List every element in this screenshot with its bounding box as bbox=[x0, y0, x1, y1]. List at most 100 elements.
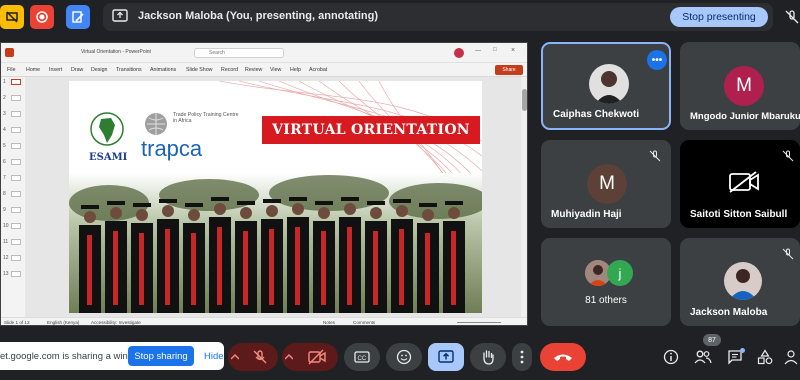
trapca-subtitle: Trade Policy Training Centre in Africa bbox=[173, 112, 239, 124]
hide-link[interactable]: Hide bbox=[204, 351, 224, 362]
slide-number: 12 bbox=[3, 255, 9, 261]
ppt-user-avatar[interactable] bbox=[454, 48, 464, 58]
stop-sharing-button[interactable]: Stop sharing bbox=[128, 346, 194, 366]
reactions-button[interactable] bbox=[386, 343, 422, 371]
more-options-icon[interactable]: ••• bbox=[647, 50, 667, 70]
close-icon[interactable]: × bbox=[511, 47, 515, 54]
avatar bbox=[724, 262, 762, 300]
slide-thumbnail[interactable] bbox=[11, 127, 21, 133]
language-status[interactable]: English (Kenya) bbox=[47, 320, 79, 325]
mic-off-icon[interactable] bbox=[784, 9, 800, 25]
unread-dot bbox=[740, 348, 745, 353]
slide-thumbnail[interactable] bbox=[11, 159, 21, 165]
slide-thumbnail[interactable] bbox=[11, 255, 21, 261]
people-button[interactable] bbox=[692, 343, 714, 371]
slide-thumbnail[interactable] bbox=[11, 223, 21, 229]
participant-tile-others[interactable]: j 81 others bbox=[541, 238, 671, 326]
record-icon[interactable] bbox=[30, 5, 54, 29]
mic-off-icon bbox=[647, 148, 663, 164]
participant-name: Jackson Maloba bbox=[690, 307, 768, 318]
avatar: j bbox=[607, 260, 633, 286]
participant-name: Caiphas Chekwoti bbox=[553, 109, 640, 120]
avatar bbox=[589, 64, 629, 104]
slide-number: 9 bbox=[3, 207, 6, 213]
ppt-menu-design[interactable]: Design bbox=[91, 67, 108, 73]
slide-number: 2 bbox=[3, 95, 6, 101]
activities-button[interactable] bbox=[754, 343, 776, 371]
participant-name: Saitoti Sitton Saibull bbox=[690, 209, 788, 220]
captions-button[interactable]: CC bbox=[344, 343, 380, 371]
participant-tile-saitoti[interactable]: Saitoti Sitton Saibull bbox=[680, 140, 800, 228]
leave-call-button[interactable] bbox=[540, 343, 586, 371]
slide-scrollbar[interactable] bbox=[521, 77, 527, 317]
more-options-button[interactable] bbox=[512, 343, 532, 371]
sharing-notice: et.google.com is sharing a window. Stop … bbox=[0, 342, 224, 370]
others-count: 81 others bbox=[585, 295, 627, 306]
presenting-status: Jackson Maloba (You, presenting, annotat… bbox=[138, 10, 378, 22]
ppt-menu-animations[interactable]: Animations bbox=[150, 67, 176, 73]
slide-thumbnail[interactable] bbox=[11, 79, 21, 85]
ppt-menu-draw[interactable]: Draw bbox=[71, 67, 83, 73]
avatar: M bbox=[724, 66, 764, 106]
slide-thumbnail[interactable] bbox=[11, 191, 21, 197]
chat-button[interactable] bbox=[724, 343, 746, 371]
slide-thumbnail[interactable] bbox=[11, 239, 21, 245]
accessibility-status[interactable]: Accessibility: Investigate bbox=[91, 320, 141, 325]
meeting-info-button[interactable] bbox=[660, 343, 682, 371]
slide-number: 10 bbox=[3, 223, 9, 229]
ppt-menu-transitions[interactable]: Transitions bbox=[116, 67, 142, 73]
present-now-button[interactable] bbox=[428, 343, 464, 371]
people-icon bbox=[694, 350, 712, 364]
microphone-toggle-button[interactable] bbox=[242, 343, 278, 371]
notes-button[interactable]: Notes bbox=[323, 320, 335, 325]
present-icon[interactable] bbox=[0, 5, 24, 29]
participant-tile-muhiyadin[interactable]: M Muhiyadin Haji bbox=[541, 140, 671, 228]
info-icon bbox=[663, 349, 679, 365]
meet-window: Jackson Maloba (You, presenting, annotat… bbox=[0, 0, 800, 380]
ppt-search-input[interactable]: Search bbox=[194, 48, 284, 58]
ppt-menu-record[interactable]: Record bbox=[221, 67, 238, 73]
trapca-logo-text: trapca bbox=[141, 136, 203, 161]
ppt-menu-help[interactable]: Help bbox=[290, 67, 301, 73]
participant-tile-jackson[interactable]: Jackson Maloba bbox=[680, 238, 800, 326]
lock-person-icon bbox=[784, 350, 798, 365]
ppt-menu-acrobat[interactable]: Acrobat bbox=[309, 67, 327, 73]
ppt-menu-view[interactable]: View bbox=[270, 67, 281, 73]
camera-toggle-button[interactable] bbox=[296, 343, 338, 371]
slide-thumbnail[interactable] bbox=[11, 143, 21, 149]
slide-number: 11 bbox=[3, 239, 9, 245]
audio-options-chevron-icon[interactable] bbox=[228, 343, 242, 371]
ppt-ribbon-tabs: File Home Insert Draw Design Transitions… bbox=[1, 63, 527, 77]
raise-hand-button[interactable] bbox=[470, 343, 506, 371]
slide: ESAMI Trade Policy Training Centre in Af… bbox=[69, 81, 482, 313]
slide-thumbnail[interactable] bbox=[11, 111, 21, 117]
slide-editor: ESAMI Trade Policy Training Centre in Af… bbox=[25, 77, 521, 317]
minimize-icon[interactable]: — bbox=[475, 48, 481, 54]
ppt-menu-file[interactable]: File bbox=[7, 67, 16, 73]
slide-thumbnail[interactable] bbox=[11, 207, 21, 213]
ppt-share-button[interactable]: Share bbox=[495, 65, 523, 75]
annotate-icon[interactable] bbox=[66, 5, 90, 29]
maximize-icon[interactable]: □ bbox=[493, 47, 497, 53]
sharing-notice-text: et.google.com is sharing a window. bbox=[0, 351, 148, 362]
ppt-menu-slideshow[interactable]: Slide Show bbox=[186, 67, 213, 73]
host-controls-button[interactable] bbox=[782, 343, 800, 371]
ppt-menu-insert[interactable]: Insert bbox=[49, 67, 62, 73]
participant-count-badge: 87 bbox=[703, 334, 721, 346]
comments-button[interactable]: Comments bbox=[353, 320, 375, 325]
avatar: M bbox=[587, 164, 627, 204]
participant-tile-mngodo[interactable]: M Mngodo Junior Mbaruku bbox=[680, 42, 800, 130]
slide-thumbnail[interactable] bbox=[11, 95, 21, 101]
ppt-menu-home[interactable]: Home bbox=[26, 67, 40, 73]
video-options-chevron-icon[interactable] bbox=[282, 343, 296, 371]
camera-off-icon bbox=[308, 349, 326, 365]
hand-icon bbox=[483, 350, 494, 365]
stop-presenting-button[interactable]: Stop presenting bbox=[670, 7, 768, 27]
slide-thumbnail[interactable] bbox=[11, 271, 21, 277]
ppt-menu-review[interactable]: Review bbox=[245, 67, 262, 73]
slide-number: 4 bbox=[3, 127, 6, 133]
zoom-slider[interactable] bbox=[457, 322, 501, 323]
slide-thumbnail[interactable] bbox=[11, 175, 21, 181]
participant-tile-caiphas[interactable]: ••• Caiphas Chekwoti bbox=[541, 42, 671, 130]
camera-off-icon bbox=[728, 170, 760, 194]
